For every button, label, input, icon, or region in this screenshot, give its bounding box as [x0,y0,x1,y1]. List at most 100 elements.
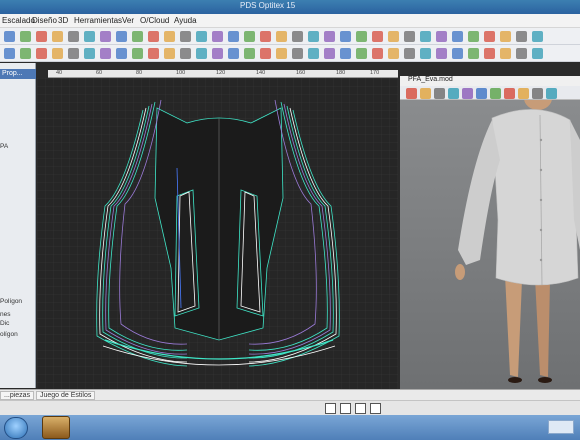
toolbar-icon[interactable] [468,48,479,59]
toolbar-icon[interactable] [356,31,367,42]
toolbar-icon[interactable] [324,48,335,59]
menu-ayuda[interactable]: Ayuda [174,16,197,25]
toolbar-icon[interactable] [340,31,351,42]
toolbar-icon[interactable] [20,48,31,59]
menu-herramientas[interactable]: Herramientas [74,16,122,25]
toolbar-icon[interactable] [434,88,445,99]
toolbar-icon[interactable] [116,31,127,42]
toolbar-icon[interactable] [292,31,303,42]
toolbar-icon[interactable] [4,31,15,42]
toolbar-icon[interactable] [420,48,431,59]
menu-ocloud[interactable]: O/Cloud [140,16,169,25]
toolbar-icon[interactable] [276,48,287,59]
toolbar-icon[interactable] [532,88,543,99]
toolbar-icon[interactable] [116,48,127,59]
toolbar-icon[interactable] [132,31,143,42]
toolbar-icon[interactable] [504,88,515,99]
toolbar-icon[interactable] [36,48,47,59]
toolbar-icon[interactable] [260,31,271,42]
toolbar-icon[interactable] [228,48,239,59]
toolbar-icon[interactable] [20,31,31,42]
toolbar-icon[interactable] [212,48,223,59]
toolbar-icon[interactable] [212,31,223,42]
toolbar-icon[interactable] [372,48,383,59]
toolbar-icon[interactable] [356,48,367,59]
menu-ver[interactable]: Ver [122,16,134,25]
3d-preview[interactable] [400,86,580,389]
toolbar-icon[interactable] [52,48,63,59]
toolbar-icon[interactable] [404,48,415,59]
toolbar-icon[interactable] [532,31,543,42]
toolbar-icon[interactable] [516,48,527,59]
toolbar-icon[interactable] [244,48,255,59]
toolbar-icon[interactable] [484,31,495,42]
toolbar-icon[interactable] [180,48,191,59]
toolbar-icon[interactable] [276,31,287,42]
tray-icon[interactable] [548,420,574,434]
toolbar-icon[interactable] [228,31,239,42]
ruler-label: 120 [216,70,226,76]
grid-icon[interactable] [340,403,351,414]
toolbar-icon[interactable] [292,48,303,59]
toolbar-icon[interactable] [546,88,557,99]
toolbar-icon[interactable] [452,48,463,59]
toolbar-icon[interactable] [308,48,319,59]
pattern-canvas[interactable] [37,78,398,389]
toolbar-icon[interactable] [518,88,529,99]
toolbar-icon[interactable] [132,48,143,59]
toolbar-icon[interactable] [468,31,479,42]
toolbar-icon[interactable] [476,88,487,99]
menu-escalado[interactable]: Escalado [2,16,35,25]
tab-pieces[interactable]: ...piezas [0,391,35,400]
measure-icon[interactable] [370,403,381,414]
toolbar-icon[interactable] [436,48,447,59]
toolbar-icon[interactable] [484,48,495,59]
toolbar-icon[interactable] [324,31,335,42]
toolbar-icon[interactable] [100,48,111,59]
toolbar-icon[interactable] [4,48,15,59]
toolbar-icon[interactable] [516,31,527,42]
toolbar-icon[interactable] [180,31,191,42]
toolbar-icon[interactable] [404,31,415,42]
toolbar-icon[interactable] [388,31,399,42]
toolbar-icon[interactable] [406,88,417,99]
toolbar-icon[interactable] [36,31,47,42]
toolbar-icon[interactable] [308,31,319,42]
toolbar-icon[interactable] [448,88,459,99]
toolbar-icon[interactable] [164,31,175,42]
menu-3d[interactable]: 3D [58,16,68,25]
toolbar-icon[interactable] [244,31,255,42]
toolbar-icon[interactable] [340,48,351,59]
toolbar-icon[interactable] [84,31,95,42]
panel-tab-label[interactable]: Prop... [2,70,23,77]
toolbar-icon[interactable] [164,48,175,59]
start-button[interactable] [4,417,28,439]
toolbar-icon[interactable] [260,48,271,59]
toolbar-icon[interactable] [462,88,473,99]
toolbar-icon[interactable] [420,88,431,99]
toolbar-icon[interactable] [490,88,501,99]
toolbar-icon[interactable] [196,31,207,42]
toolbar-icon[interactable] [52,31,63,42]
toolbar-icon[interactable] [68,48,79,59]
toolbar-icon[interactable] [372,31,383,42]
toolbar-icon[interactable] [420,31,431,42]
snap-icon[interactable] [325,403,336,414]
tab-style-set[interactable]: Juego de Estilos [36,391,96,400]
toolbar-icon[interactable] [500,48,511,59]
toolbar-icon[interactable] [436,31,447,42]
toolbar-icon[interactable] [84,48,95,59]
ortho-icon[interactable] [355,403,366,414]
toolbar-icon[interactable] [452,31,463,42]
menu-diseno[interactable]: Diseño [32,16,57,25]
toolbar-icon[interactable] [196,48,207,59]
toolbar-icon[interactable] [100,31,111,42]
toolbar-icon[interactable] [148,48,159,59]
status-bar [0,400,580,415]
toolbar-icon[interactable] [388,48,399,59]
toolbar-icon[interactable] [148,31,159,42]
taskbar-app-icon[interactable] [42,416,70,439]
toolbar-icon[interactable] [500,31,511,42]
toolbar-icon[interactable] [532,48,543,59]
toolbar-icon[interactable] [68,31,79,42]
